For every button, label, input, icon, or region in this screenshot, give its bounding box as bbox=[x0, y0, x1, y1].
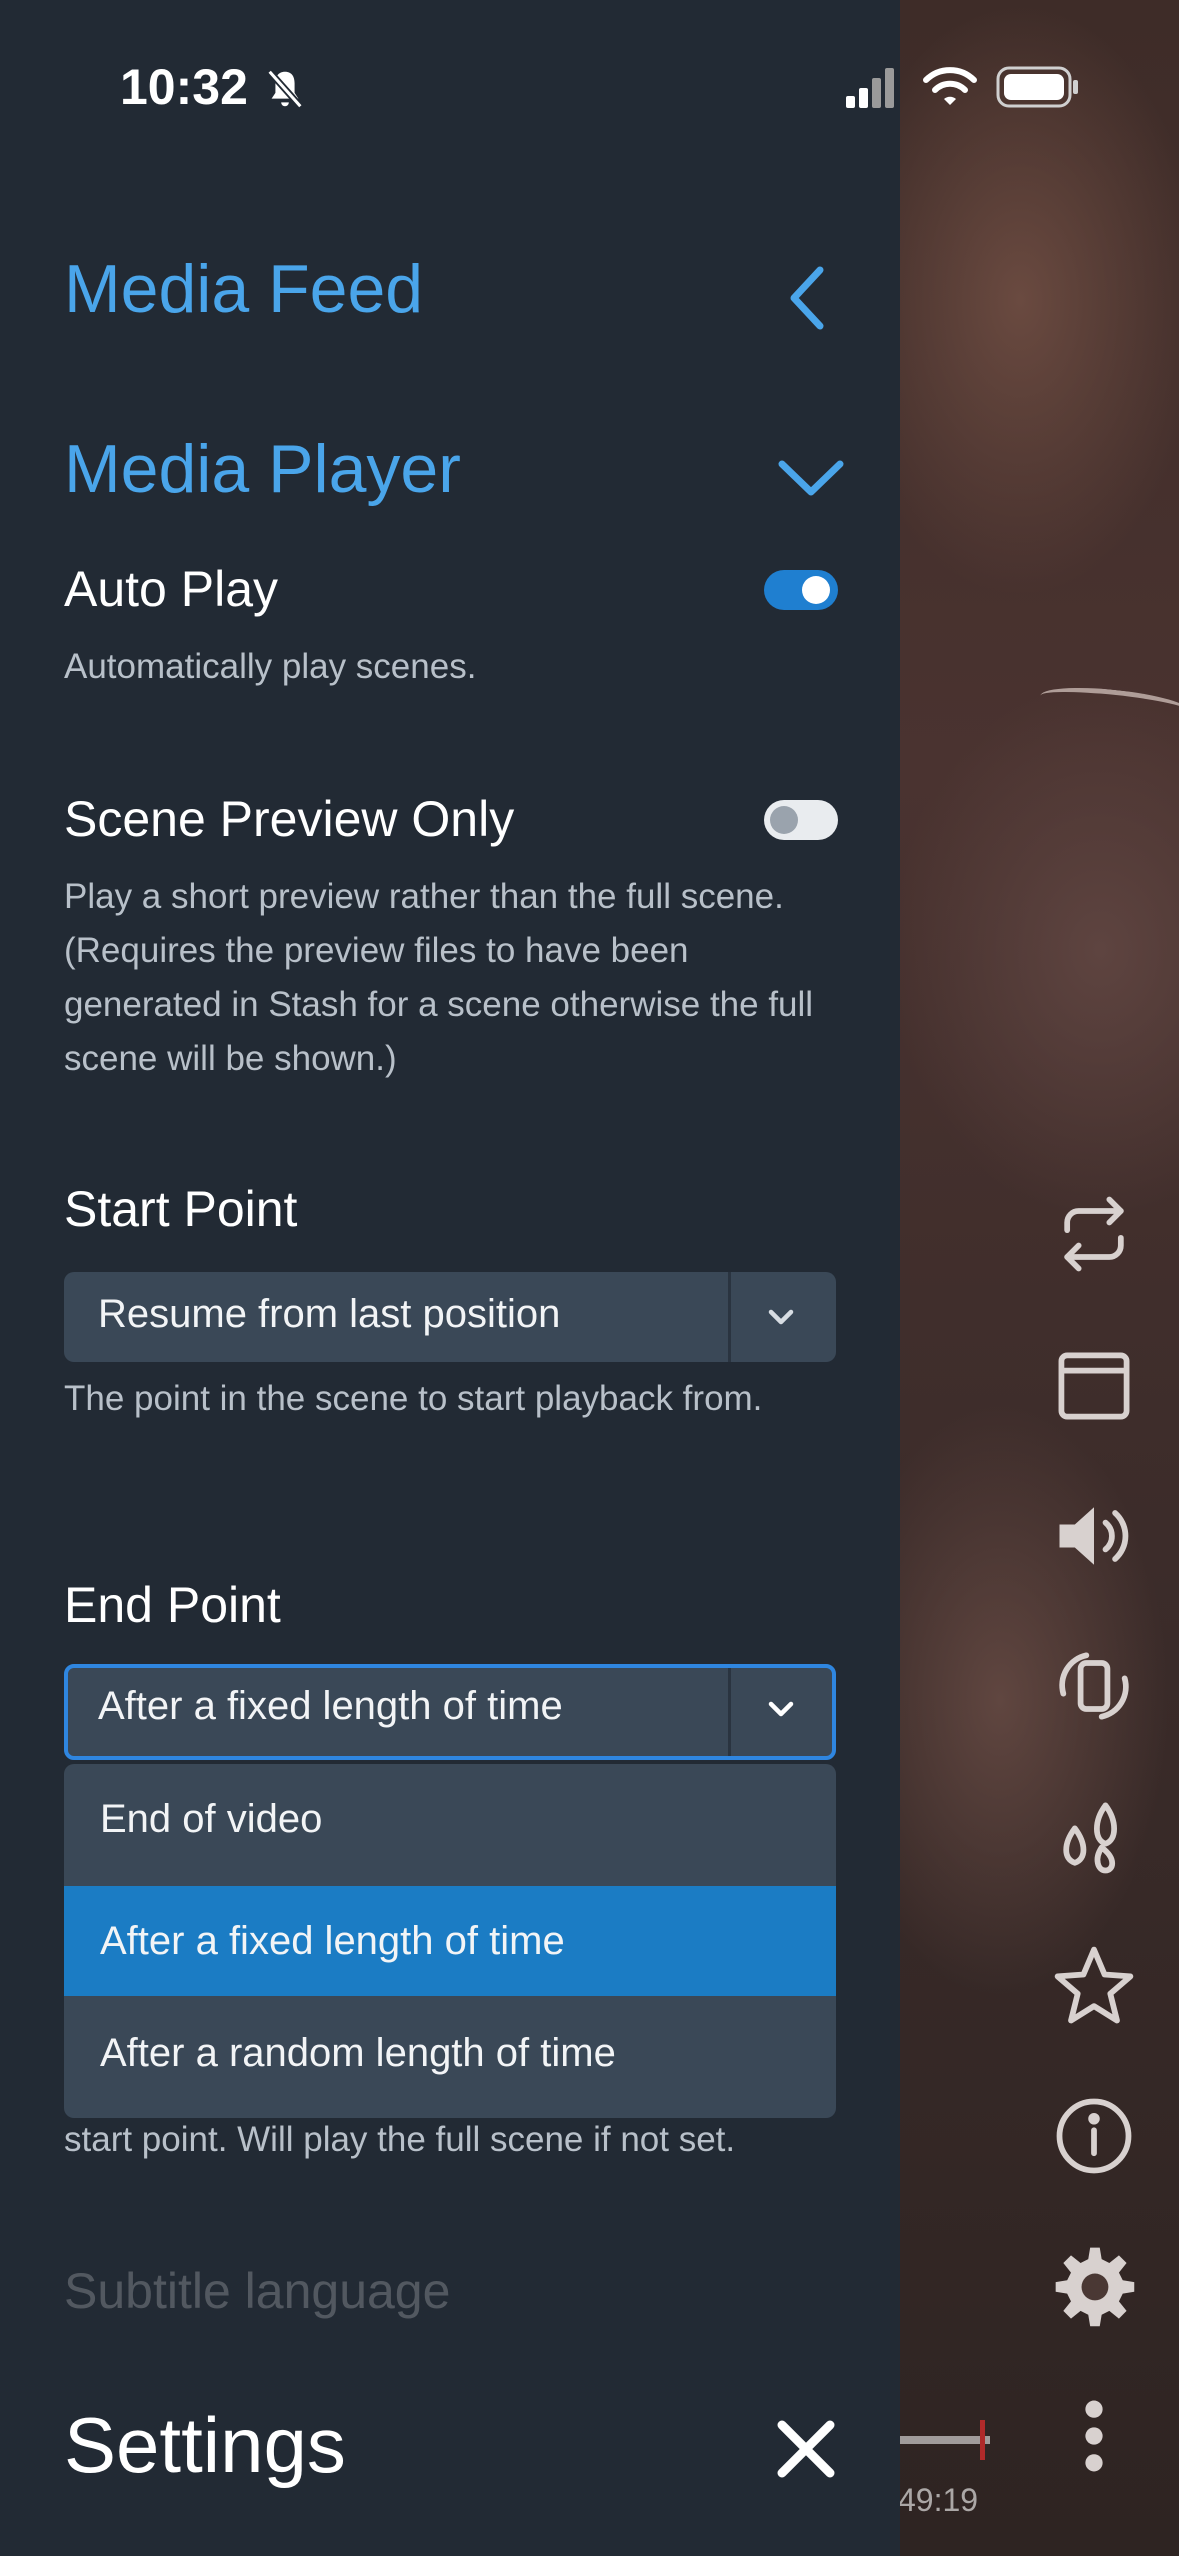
window-icon[interactable] bbox=[1044, 1336, 1144, 1436]
scene-preview-only-toggle[interactable] bbox=[764, 800, 838, 840]
end-point-description: start point. Will play the full scene if… bbox=[64, 2120, 736, 2159]
start-point-value: Resume from last position bbox=[98, 1292, 561, 1336]
select-divider bbox=[728, 1668, 731, 1756]
media-player-section-title[interactable]: Media Player bbox=[64, 430, 461, 508]
select-divider bbox=[728, 1272, 731, 1362]
start-point-label: Start Point bbox=[64, 1181, 298, 1237]
cellular-signal-icon bbox=[846, 68, 894, 108]
auto-play-description: Automatically play scenes. bbox=[64, 647, 477, 686]
subtitle-language-label: Subtitle language bbox=[64, 2263, 451, 2319]
chevron-down-icon bbox=[768, 1701, 794, 1717]
repeat-icon[interactable] bbox=[1044, 1184, 1144, 1284]
start-point-select[interactable]: Resume from last position bbox=[64, 1272, 836, 1362]
option-label: End of video bbox=[100, 1797, 323, 1841]
rotate-device-icon[interactable] bbox=[1044, 1636, 1144, 1736]
star-icon[interactable] bbox=[1044, 1936, 1144, 2036]
playback-progress-track[interactable] bbox=[900, 2436, 990, 2444]
chevron-down-icon bbox=[768, 1309, 794, 1325]
dropdown-option-fixed-length[interactable]: After a fixed length of time bbox=[64, 1886, 836, 1996]
auto-play-toggle[interactable] bbox=[764, 570, 838, 610]
battery-icon bbox=[996, 66, 1078, 108]
toggle-knob bbox=[770, 806, 798, 834]
drops-icon[interactable] bbox=[1044, 1786, 1144, 1886]
end-point-label: End Point bbox=[64, 1577, 281, 1633]
dropdown-option-end-of-video[interactable]: End of video bbox=[64, 1764, 836, 1874]
gear-icon[interactable] bbox=[1044, 2236, 1144, 2336]
scene-preview-only-description: Play a short preview rather than the ful… bbox=[64, 877, 814, 1078]
chevron-left-icon[interactable] bbox=[782, 262, 832, 334]
bell-slash-icon bbox=[267, 69, 303, 109]
more-vertical-icon[interactable] bbox=[1044, 2386, 1144, 2486]
end-point-select[interactable]: After a fixed length of time bbox=[64, 1664, 836, 1760]
close-icon[interactable] bbox=[772, 2415, 840, 2483]
settings-title: Settings bbox=[64, 2401, 346, 2489]
auto-play-label: Auto Play bbox=[64, 561, 279, 617]
end-point-value: After a fixed length of time bbox=[98, 1684, 563, 1728]
start-point-description: The point in the scene to start playback… bbox=[64, 1379, 763, 1418]
info-icon[interactable] bbox=[1044, 2086, 1144, 2186]
settings-panel: 10:32 Media Feed Media Player Auto Play … bbox=[0, 0, 900, 2556]
dropdown-option-random-length[interactable]: After a random length of time bbox=[64, 1998, 836, 2108]
scene-preview-only-label: Scene Preview Only bbox=[64, 791, 515, 847]
toggle-knob bbox=[802, 576, 830, 604]
volume-icon[interactable] bbox=[1044, 1486, 1144, 1586]
playback-marker[interactable] bbox=[980, 2420, 985, 2460]
media-feed-section-title[interactable]: Media Feed bbox=[64, 250, 423, 328]
end-point-dropdown-menu: End of video After a fixed length of tim… bbox=[64, 1764, 836, 2118]
chevron-down-icon[interactable] bbox=[774, 452, 848, 502]
wifi-icon bbox=[923, 67, 977, 105]
option-label: After a random length of time bbox=[100, 2031, 616, 2075]
playback-time: 49:19 bbox=[898, 2482, 979, 2518]
status-time: 10:32 bbox=[120, 59, 248, 115]
option-label: After a fixed length of time bbox=[100, 1919, 565, 1963]
